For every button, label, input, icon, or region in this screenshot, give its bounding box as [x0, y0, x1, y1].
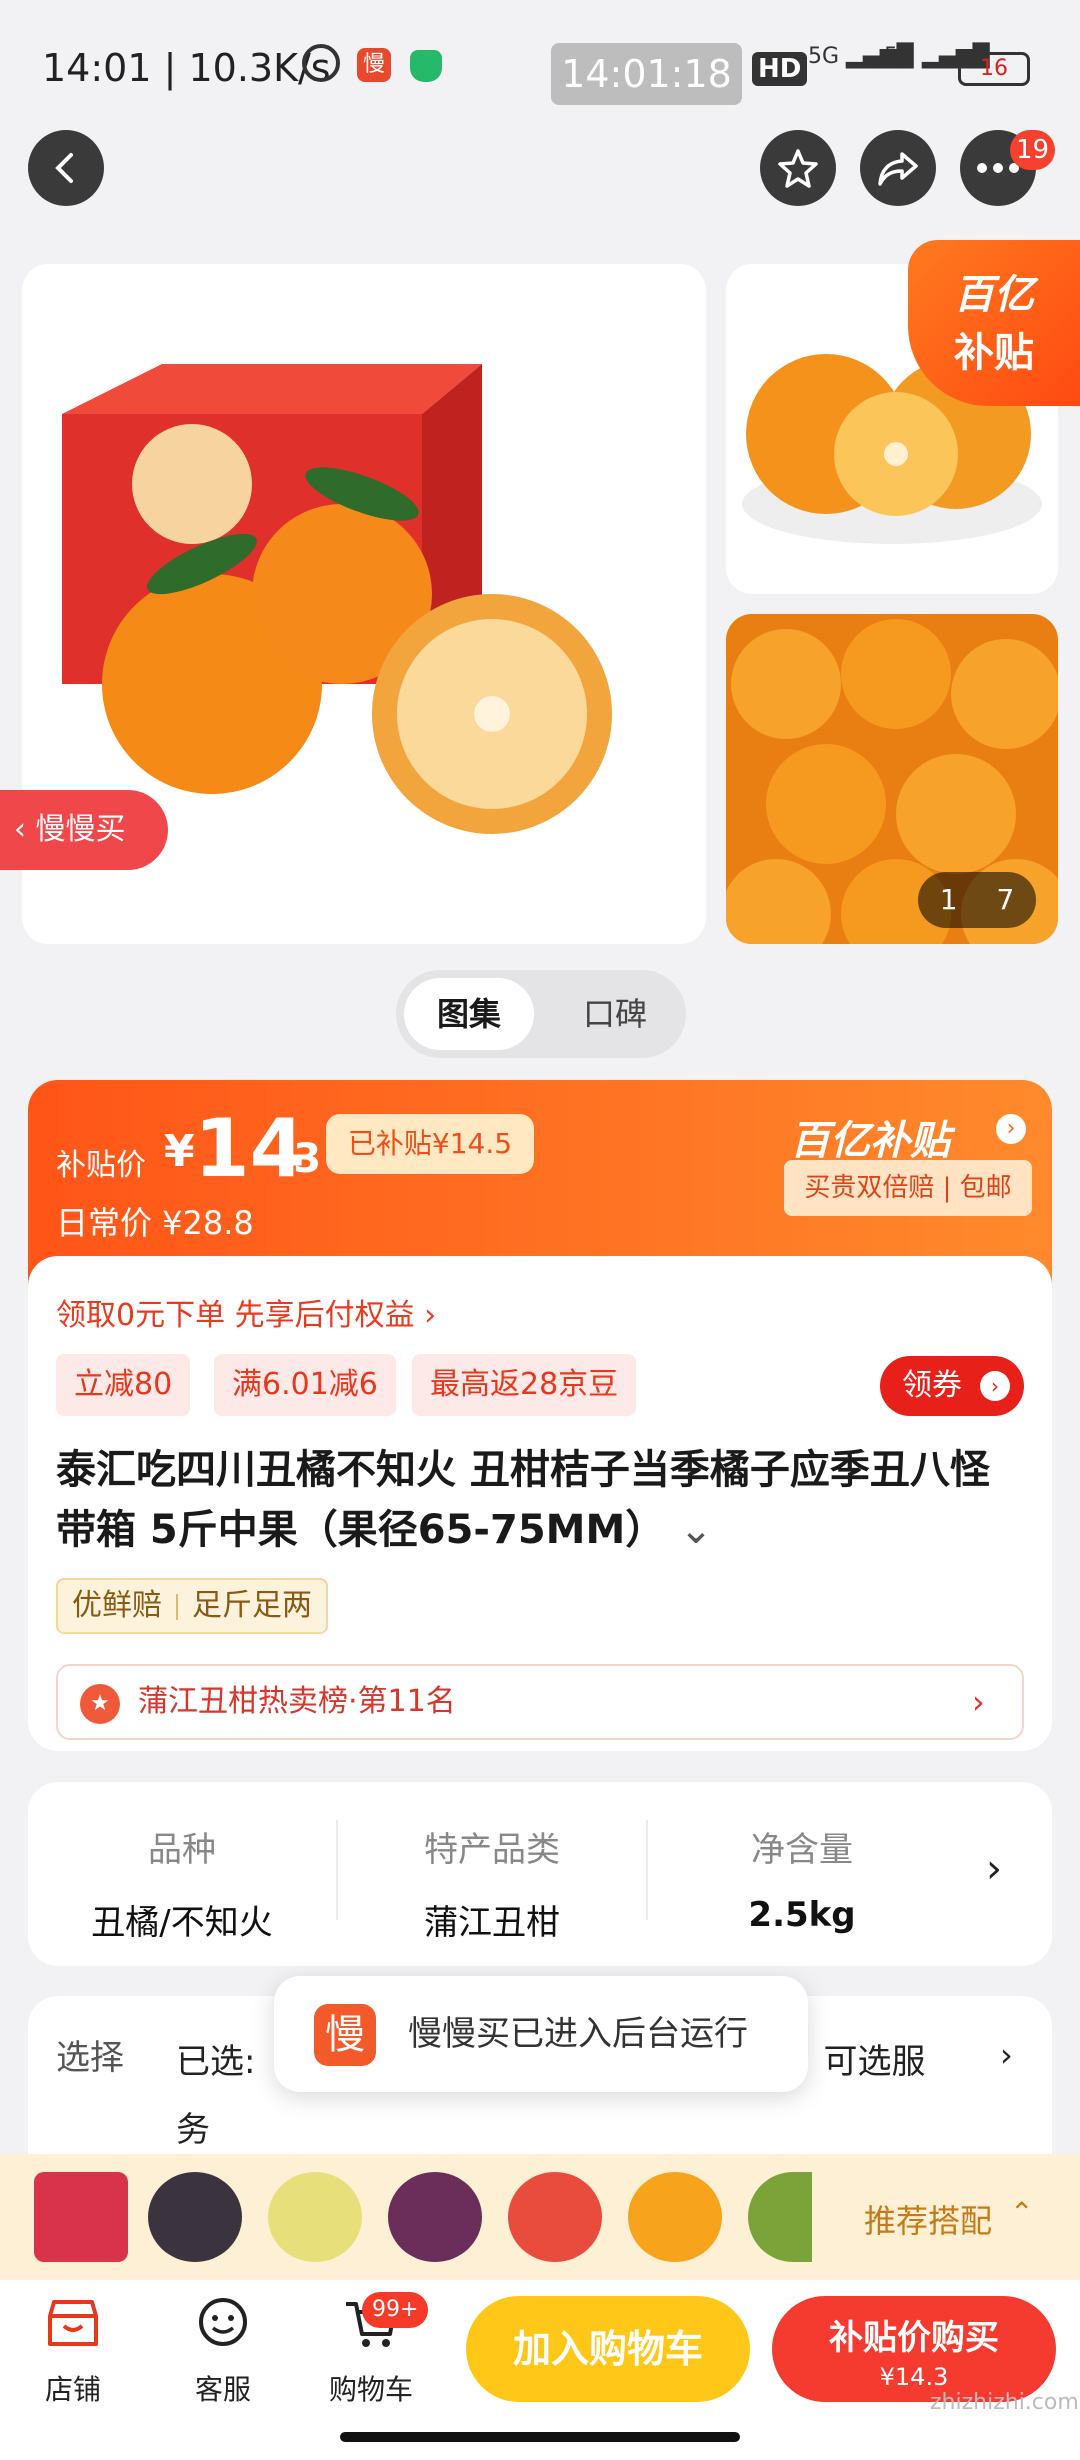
daily-price: 日常价 ¥28.8: [56, 1204, 254, 1242]
get-coupon-button[interactable]: 领券 ›: [880, 1356, 1024, 1416]
chevron-right-icon[interactable]: ›: [996, 1114, 1026, 1144]
service-button[interactable]: 客服: [168, 2296, 278, 2408]
price-label: 补贴价: [56, 1148, 146, 1183]
buy-price: ¥14.3: [879, 2363, 949, 2391]
chevron-left-icon: [55, 153, 73, 183]
shield-icon: [410, 50, 442, 82]
product-title[interactable]: 泰汇吃四川丑橘不知火 丑柑桔子当季橘子应季丑八怪带箱 5斤中果（果径65-75M…: [56, 1440, 1016, 1560]
favorite-button[interactable]: [760, 130, 836, 206]
recommend-label[interactable]: 推荐搭配: [864, 2196, 992, 2242]
back-button[interactable]: [28, 130, 104, 206]
ranking-text: 蒲江丑柑热卖榜·第11名: [138, 1684, 456, 1719]
service-tag: 优鲜赔: [72, 1588, 162, 1623]
hd-icon: HD: [752, 52, 808, 86]
product-title-text: 泰汇吃四川丑橘不知火 丑柑桔子当季橘子应季丑八怪带箱 5斤中果（果径65-75M…: [56, 1447, 990, 1553]
tag-divider: [176, 1593, 178, 1620]
spec-label: 特产品类: [424, 1830, 560, 1870]
star-icon: [778, 149, 818, 188]
chevron-up-icon[interactable]: ⌃: [1010, 2196, 1033, 2229]
app-logo-icon: 慢: [314, 2004, 376, 2066]
spec-item: 净含量 2.5kg: [652, 1822, 952, 1935]
store-label: 店铺: [44, 2373, 101, 2406]
battery-icon: 16: [958, 52, 1030, 86]
reco-thumb-oranges[interactable]: [628, 2172, 722, 2262]
spec-value: 2.5kg: [748, 1895, 856, 1935]
chevron-right-icon: ›: [972, 1683, 985, 1721]
home-indicator[interactable]: [340, 2432, 740, 2442]
store-icon: [48, 2300, 98, 2346]
network-label: 5G: [808, 44, 840, 69]
share-button[interactable]: [860, 130, 936, 206]
spec-label: 净含量: [751, 1830, 853, 1870]
expand-icon[interactable]: ⌄: [679, 1507, 713, 1553]
status-time: 14:01 | 10.3K/s: [42, 46, 331, 90]
more-icon: [977, 163, 1019, 173]
subsidy-badge: 已补贴¥14.5: [326, 1114, 534, 1174]
spec-value: 蒲江丑柑: [424, 1903, 560, 1943]
reco-thumb-apple[interactable]: [508, 2172, 602, 2262]
status-clock: 14:01:18: [551, 43, 742, 105]
divider: [646, 1820, 648, 1920]
reco-thumb-cakes[interactable]: [148, 2172, 242, 2262]
pay-after-link[interactable]: 领取0元下单 先享后付权益 ›: [56, 1290, 436, 1334]
tab-gallery[interactable]: 图集: [404, 978, 534, 1050]
page-indicator: 1 7: [918, 872, 1036, 928]
service-tag: 足斤足两: [192, 1588, 312, 1623]
subsidy-brand[interactable]: 百亿补贴: [790, 1108, 950, 1166]
get-coupon-label: 领券: [902, 1368, 962, 1403]
ribbon-line2: 补贴: [954, 330, 1034, 376]
share-icon: [878, 152, 918, 186]
ranking-medal-icon: ★: [80, 1684, 120, 1724]
price-decimal: .3: [278, 1136, 322, 1182]
network-label-2: 5G: [884, 44, 916, 69]
notification-badge: 19: [1010, 130, 1056, 170]
toast-text: 慢慢买已进入后台运行: [408, 2014, 748, 2054]
service-tags: 优鲜赔 足斤足两: [56, 1578, 328, 1634]
coupon-tag[interactable]: 立减80: [56, 1354, 191, 1416]
chevron-right-icon[interactable]: ›: [1000, 2036, 1013, 2074]
spec-value: 丑橘/不知火: [91, 1903, 273, 1943]
back-to-app-button[interactable]: ‹ 慢慢买: [0, 790, 168, 870]
battery-level: 16: [980, 56, 1008, 81]
tab-reviews[interactable]: 口碑: [560, 978, 670, 1050]
page-current: 1: [939, 883, 958, 916]
watermark: zhizhizhi.com: [930, 2390, 1079, 2415]
spec-item: 特产品类 蒲江丑柑: [342, 1822, 642, 1944]
add-to-cart-button[interactable]: 加入购物车: [466, 2296, 750, 2402]
back-app-label: 慢慢买: [35, 812, 126, 847]
spec-item: 品种 丑橘/不知火: [32, 1822, 332, 1944]
service-label: 客服: [194, 2373, 251, 2406]
brand-tags: 买贵双倍赔 | 包邮: [784, 1160, 1032, 1216]
coupon-tag[interactable]: 满6.01减6: [214, 1354, 396, 1416]
reco-thumb-mangosteen[interactable]: [388, 2172, 482, 2262]
store-button[interactable]: 店铺: [18, 2296, 128, 2408]
divider: [336, 1820, 338, 1920]
price-currency: ¥: [164, 1126, 195, 1177]
select-prefix: 已选:: [176, 2042, 256, 2082]
cart-count-badge: 99+: [362, 2292, 429, 2328]
ribbon-line1: 百亿: [954, 272, 1034, 318]
alarm-icon: [302, 44, 340, 82]
cart-label: 购物车: [328, 2373, 413, 2406]
coupon-tag[interactable]: 最高返28京豆: [412, 1354, 637, 1416]
spec-label: 品种: [148, 1830, 216, 1870]
app-badge-icon: 慢: [357, 48, 391, 82]
reco-thumb-pomelo[interactable]: [268, 2172, 362, 2262]
subsidy-ribbon: 百亿 补贴: [908, 240, 1080, 406]
buy-label: 补贴价购买: [829, 2318, 999, 2358]
reco-thumb-cherries[interactable]: [34, 2172, 128, 2262]
select-line2: 务: [176, 2110, 210, 2150]
chevron-right-icon: ›: [980, 1371, 1010, 1401]
buy-now-button[interactable]: 补贴价购买 ¥14.3: [772, 2296, 1056, 2402]
chevron-right-icon[interactable]: ›: [986, 1846, 1002, 1892]
page-total: 7: [996, 883, 1015, 916]
chat-icon: [199, 2298, 247, 2346]
select-label: 选择: [56, 2038, 124, 2078]
